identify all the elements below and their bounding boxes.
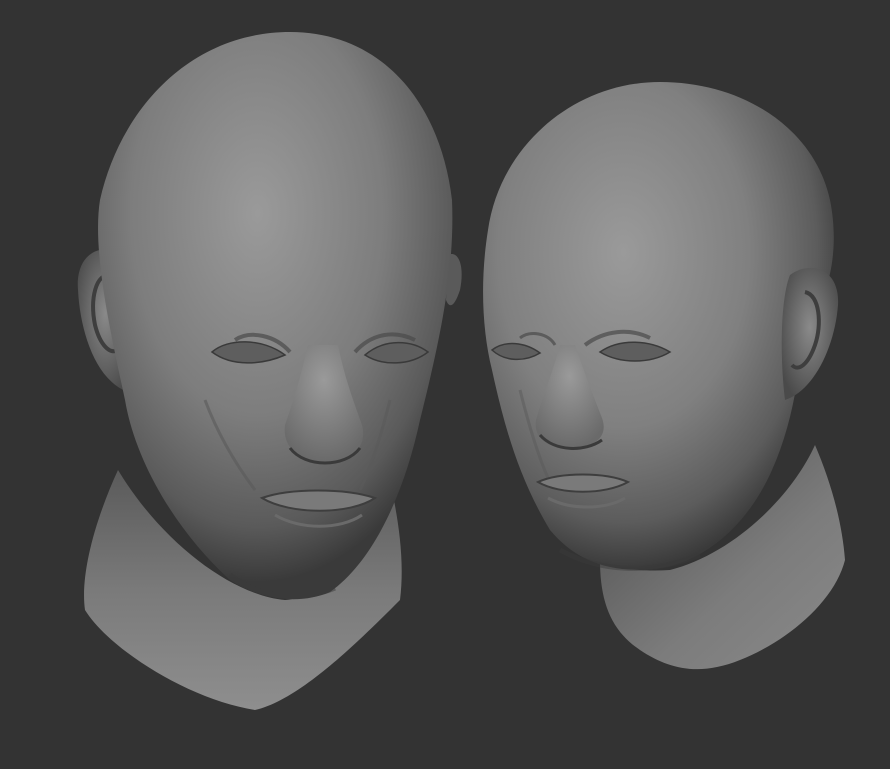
head-three-quarter-view <box>483 82 845 670</box>
render-viewport <box>0 0 890 769</box>
render-canvas <box>77 32 845 710</box>
skull-front <box>98 32 453 600</box>
head-front-view <box>77 32 462 710</box>
ear-three-quarter <box>781 267 839 400</box>
skull-three-quarter <box>483 82 834 570</box>
